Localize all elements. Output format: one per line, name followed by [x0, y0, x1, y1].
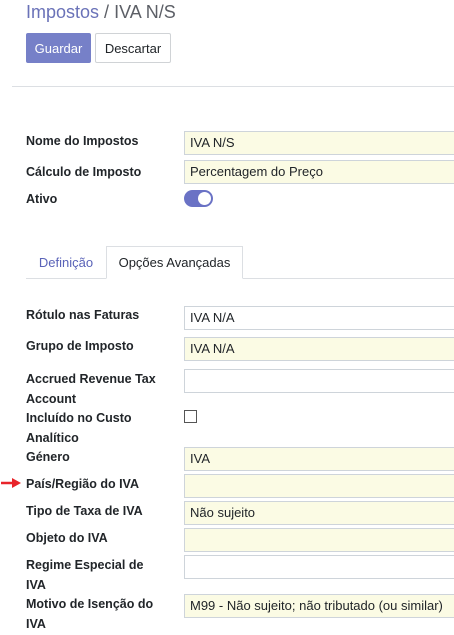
- breadcrumb-current: IVA N/S: [114, 2, 176, 22]
- exemption-reason-label-line1: Motivo de Isenção do: [26, 597, 154, 611]
- tax-name-input[interactable]: IVA N/S: [184, 131, 454, 155]
- breadcrumb: Impostos / IVA N/S: [26, 2, 176, 23]
- active-toggle[interactable]: [184, 190, 213, 207]
- genre-select[interactable]: IVA: [184, 447, 454, 471]
- breadcrumb-parent-link[interactable]: Impostos: [26, 2, 99, 22]
- breadcrumb-separator: /: [104, 2, 110, 22]
- analytic-cost-label-line1: Incluído no Custo: [26, 411, 132, 425]
- accrued-account-label-line1: Accrued Revenue Tax: [26, 372, 156, 386]
- exemption-reason-label-line2: IVA: [26, 617, 46, 631]
- vat-rate-type-label: Tipo de Taxa de IVA: [26, 504, 143, 518]
- tax-group-select[interactable]: IVA N/A: [184, 337, 454, 361]
- vat-country-select[interactable]: [184, 474, 454, 498]
- tab-definition[interactable]: Definição: [26, 246, 106, 279]
- red-arrow-icon: [1, 478, 21, 488]
- invoice-label-label: Rótulo nas Faturas: [26, 308, 140, 322]
- active-label: Ativo: [26, 192, 58, 206]
- genre-label: Género: [26, 450, 70, 464]
- vat-object-select[interactable]: [184, 528, 454, 552]
- accrued-account-input[interactable]: [184, 369, 454, 393]
- tax-computation-label: Cálculo de Imposto: [26, 165, 142, 179]
- special-regime-label-line2: IVA: [26, 578, 46, 592]
- accrued-account-label-line2: Account: [26, 392, 76, 406]
- header-divider: [12, 86, 454, 87]
- toggle-knob: [198, 192, 211, 205]
- special-regime-label-line1: Regime Especial de: [26, 558, 144, 572]
- analytic-cost-label-line2: Analítico: [26, 431, 79, 445]
- save-button[interactable]: Guardar: [26, 33, 91, 63]
- special-regime-select[interactable]: [184, 555, 454, 579]
- vat-rate-type-select[interactable]: Não sujeito: [184, 501, 454, 525]
- tab-advanced-options[interactable]: Opções Avançadas: [106, 246, 243, 279]
- analytic-cost-checkbox[interactable]: [184, 410, 197, 423]
- discard-button[interactable]: Descartar: [95, 33, 171, 63]
- invoice-label-input[interactable]: IVA N/A: [184, 306, 454, 330]
- tax-name-label: Nome do Impostos: [26, 134, 139, 148]
- vat-country-label: País/Região do IVA: [26, 477, 139, 491]
- tax-group-label: Grupo de Imposto: [26, 339, 134, 353]
- tax-computation-select[interactable]: Percentagem do Preço: [184, 160, 454, 184]
- vat-object-label: Objeto do IVA: [26, 531, 108, 545]
- exemption-reason-select[interactable]: M99 - Não sujeito; não tributado (ou sim…: [184, 594, 454, 618]
